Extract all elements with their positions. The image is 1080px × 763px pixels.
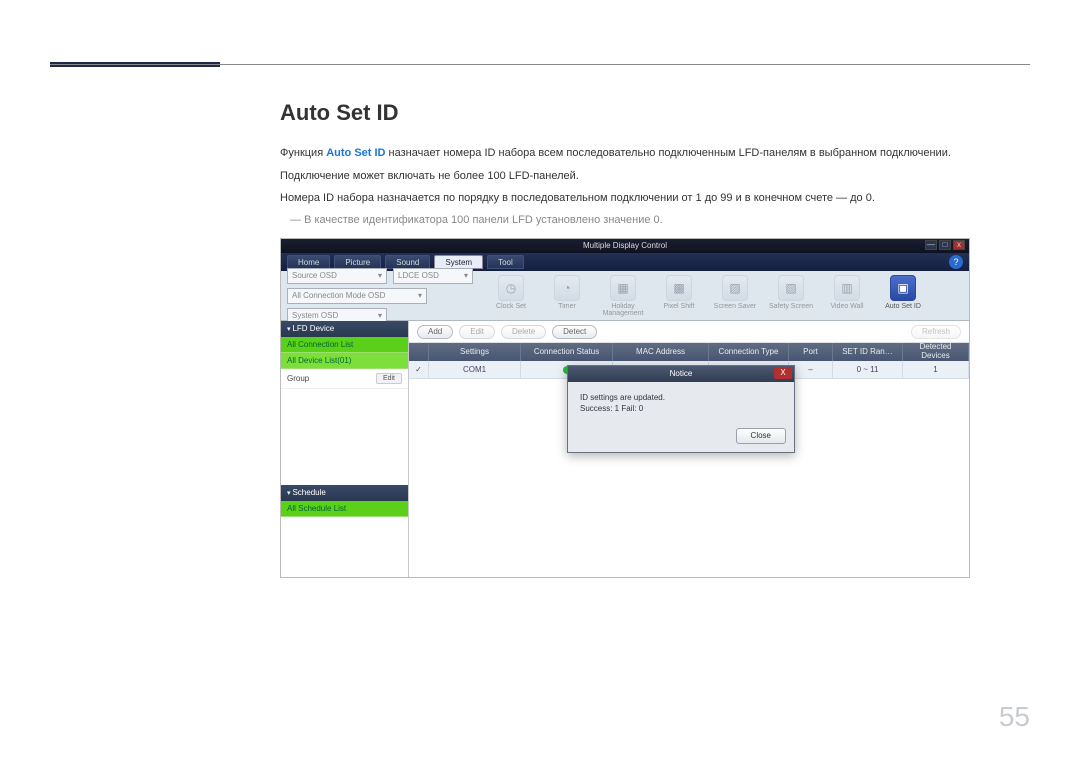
toolbar-holiday-label: Holiday Management (601, 303, 645, 317)
notice-close-action-button[interactable]: Close (736, 428, 786, 444)
window-close-button[interactable]: x (953, 240, 965, 250)
sidebar-lfd-header[interactable]: LFD Device (281, 321, 408, 337)
safety-icon: ▧ (778, 275, 804, 301)
help-icon[interactable]: ? (949, 255, 963, 269)
toolbar-safety-button[interactable]: ▧ Safety Screen (769, 275, 813, 310)
toolbar-pixel-label: Pixel Shift (663, 303, 694, 310)
holiday-icon: ▦ (610, 275, 636, 301)
toolbar-timer-label: Timer (558, 303, 576, 310)
cell-detected: 1 (903, 361, 969, 379)
notice-dialog: Notice X ID settings are updated. Succes… (567, 365, 795, 453)
window-buttons: — □ x (925, 240, 965, 250)
sidebar-group-label: Group (287, 374, 309, 383)
ssave-icon: ▨ (722, 275, 748, 301)
window-titlebar: Multiple Display Control — □ x (281, 239, 969, 253)
mdc-app-window: Multiple Display Control — □ x Home Pict… (280, 238, 970, 578)
cell-settings: COM1 (429, 361, 521, 379)
timer-icon: ◔ (554, 275, 580, 301)
detect-button[interactable]: Detect (552, 325, 597, 339)
notice-body: ID settings are updated. Success: 1 Fail… (568, 382, 794, 424)
window-title: Multiple Display Control (583, 241, 667, 250)
toolbar-clock-button[interactable]: ◷ Clock Set (489, 275, 533, 310)
clock-icon: ◷ (498, 275, 524, 301)
combo-ldce-osd[interactable]: LDCE OSD▾ (393, 268, 473, 284)
window-maximize-button[interactable]: □ (939, 240, 951, 250)
notice-footer: Close (568, 424, 794, 452)
edit-button[interactable]: Edit (459, 325, 495, 339)
toolbar-vwall-label: Video Wall (830, 303, 863, 310)
paragraph-3: Номера ID набора назначается по порядку … (280, 189, 1030, 208)
notice-line1: ID settings are updated. (580, 392, 782, 403)
refresh-button[interactable]: Refresh (911, 325, 961, 339)
auto-set-id-term: Auto Set ID (326, 147, 385, 159)
col-mac-address: MAC Address (613, 343, 709, 361)
notice-close-button[interactable]: X (774, 367, 792, 379)
header-rule (50, 64, 1030, 65)
sidebar-schedule-header[interactable]: Schedule (281, 485, 408, 501)
notice-line2: Success: 1 Fail: 0 (580, 403, 782, 414)
toolbar-holiday-button[interactable]: ▦ Holiday Management (601, 275, 645, 317)
toolbar-pixel-button[interactable]: ▩ Pixel Shift (657, 275, 701, 310)
cell-checkbox[interactable]: ✓ (409, 361, 429, 379)
paragraph-1: Функция Auto Set ID назначает номера ID … (280, 144, 1030, 163)
col-settings: Settings (429, 343, 521, 361)
sidebar-group-edit-button[interactable]: Edit (376, 373, 402, 384)
sidebar-group-item[interactable]: Group Edit (281, 369, 408, 389)
toolbar-vwall-button[interactable]: ▥ Video Wall (825, 275, 869, 310)
col-index (409, 343, 429, 361)
notice-titlebar: Notice X (568, 366, 794, 382)
sidebar-all-device-list[interactable]: All Device List(01) (281, 353, 408, 369)
add-button[interactable]: Add (417, 325, 453, 339)
sidebar: LFD Device All Connection List All Devic… (281, 321, 409, 577)
combo-allconn-osd[interactable]: All Connection Mode OSD▾ (287, 288, 427, 304)
grid-header: Settings Connection Status MAC Address C… (409, 343, 969, 361)
delete-button[interactable]: Delete (501, 325, 546, 339)
section-heading: Auto Set ID (280, 100, 1030, 126)
window-minimize-button[interactable]: — (925, 240, 937, 250)
toolbar-dropdowns: Source OSD▾ LDCE OSD▾ All Connection Mod… (287, 268, 473, 324)
action-button-row: Add Edit Delete Detect Refresh (409, 321, 969, 343)
toolbar-ssave-button[interactable]: ▨ Screen Saver (713, 275, 757, 310)
paragraph-2: Подключение может включать не более 100 … (280, 167, 1030, 186)
footnote: В качестве идентификатора 100 панели LFD… (280, 214, 1030, 226)
sidebar-all-connection-list[interactable]: All Connection List (281, 337, 408, 353)
cell-range: 0 ~ 11 (833, 361, 903, 379)
vwall-icon: ▥ (834, 275, 860, 301)
toolbar-auto-label: Auto Set ID (885, 303, 921, 310)
col-port: Port (789, 343, 833, 361)
auto-icon: ▣ (890, 275, 916, 301)
cell-port: – (789, 361, 833, 379)
notice-title-text: Notice (670, 369, 693, 378)
pixel-icon: ▩ (666, 275, 692, 301)
col-connection-type: Connection Type (709, 343, 789, 361)
toolbar: Source OSD▾ LDCE OSD▾ All Connection Mod… (281, 271, 969, 321)
para1-pre: Функция (280, 147, 326, 159)
col-set-id-range: SET ID Ran… (833, 343, 903, 361)
para1-post: назначает номера ID набора всем последов… (386, 147, 951, 159)
toolbar-timer-button[interactable]: ◔ Timer (545, 275, 589, 310)
combo-source-osd[interactable]: Source OSD▾ (287, 268, 387, 284)
toolbar-clock-label: Clock Set (496, 303, 526, 310)
col-detected-devices: Detected Devices (903, 343, 969, 361)
toolbar-icons: ◷ Clock Set ◔ Timer ▦ Holiday Management ▩ Pixe… (489, 275, 925, 317)
page-number: 55 (999, 701, 1030, 733)
toolbar-ssave-label: Screen Saver (714, 303, 756, 310)
toolbar-auto-button[interactable]: ▣ Auto Set ID (881, 275, 925, 310)
toolbar-safety-label: Safety Screen (769, 303, 813, 310)
content-area: Auto Set ID Функция Auto Set ID назначае… (280, 100, 1030, 578)
sidebar-all-schedule-list[interactable]: All Schedule List (281, 501, 408, 517)
tab-tool[interactable]: Tool (487, 255, 524, 269)
col-connection-status: Connection Status (521, 343, 613, 361)
